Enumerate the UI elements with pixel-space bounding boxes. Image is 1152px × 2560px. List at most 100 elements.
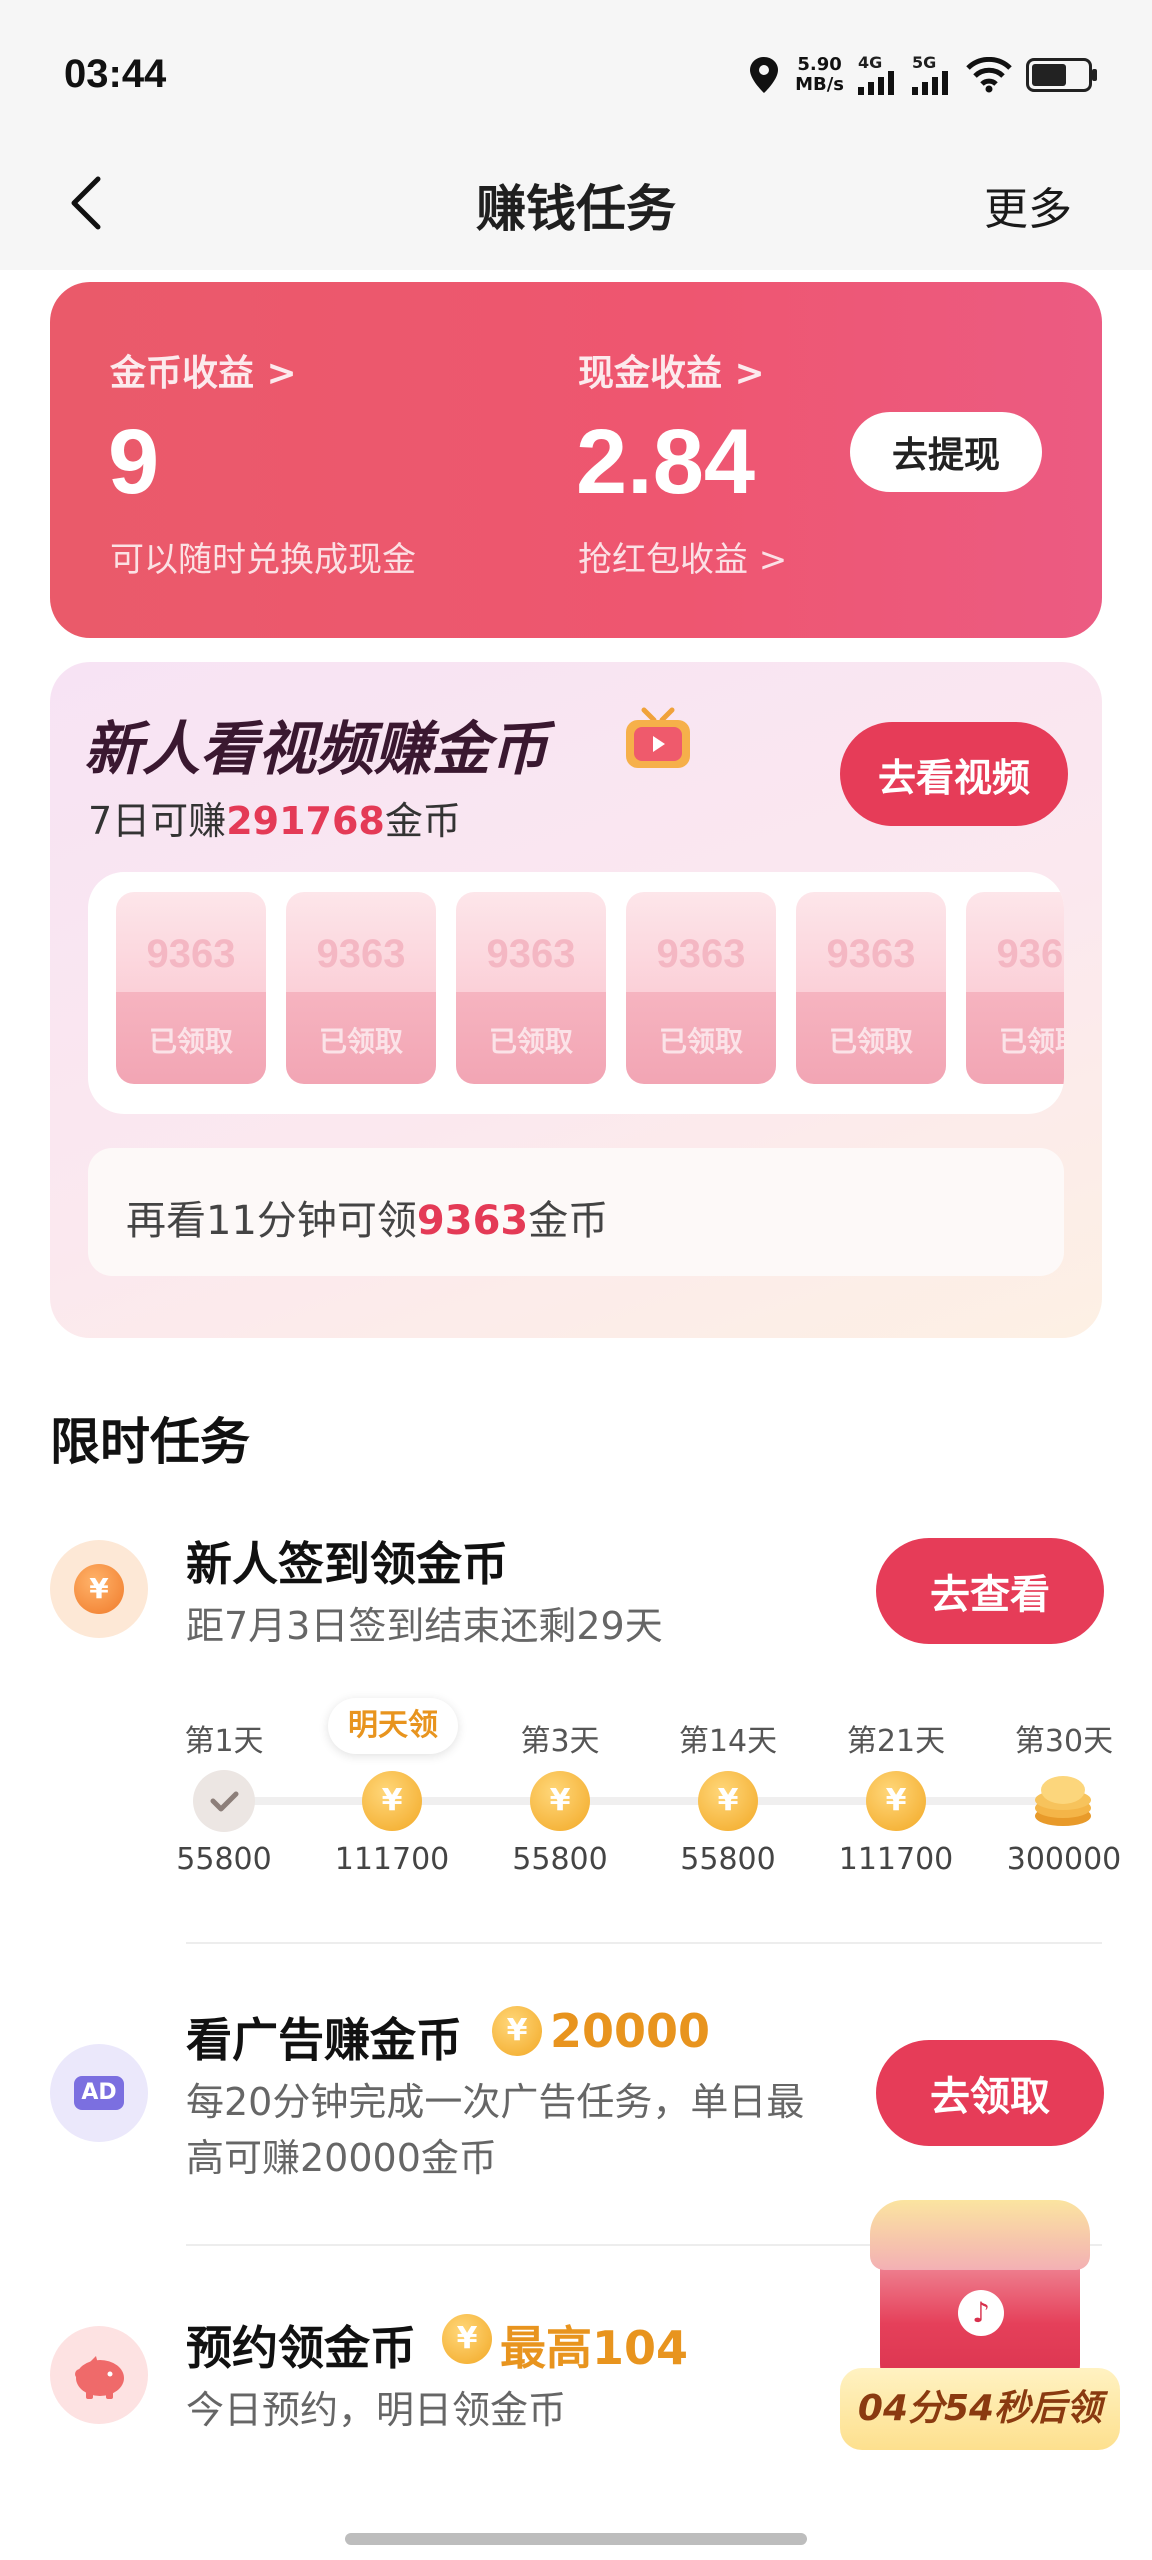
red-packet-earnings-link[interactable]: 抢红包收益 > [578,532,787,581]
reserve-task-title: 预约领金币 [186,2321,416,2375]
coin-icon: ¥ [530,1771,590,1831]
daily-reward-status: 已领取 [488,1025,573,1058]
network-speed: 5.90 MB/s [795,55,844,95]
daily-reward-chip: 9363 已领取 [966,892,1064,1084]
timeline-reward-value: 55800 [176,1842,272,1877]
video-task-title: 新人看视频赚金币 [84,715,549,783]
signin-coin-icon: ¥ [50,1540,148,1638]
view-signin-button[interactable]: 去查看 [876,1538,1104,1644]
top-nav: 赚钱任务 更多 [0,135,1152,270]
daily-reward-amount: 9363 [996,932,1065,976]
reserve-task-reward: 最高104 [500,2321,689,2375]
timeline-day-label: 第3天 [520,1724,600,1759]
video-sub-suffix: 金币 [384,799,461,843]
ad-task-reward: 20000 [550,2004,711,2058]
daily-reward-chip: 9363 已领取 [796,892,946,1084]
page-title: 赚钱任务 [476,180,676,238]
signal-bars-icon [858,71,894,95]
limited-tasks-title: 限时任务 [50,1413,250,1471]
music-note-icon: ♪ [958,2290,1004,2336]
video-sub-prefix: 7日可赚 [88,799,227,843]
daily-reward-strip[interactable]: 9363 已领取 9363 已领取 9363 已领取 9363 已领取 9363 已领取 … [88,872,1064,1114]
ad-task-desc-line2: 高可赚20000金币 [186,2136,497,2180]
ad-badge-icon: AD [74,2076,124,2110]
tv-play-icon [626,707,690,768]
coin-earnings-link[interactable]: 金币收益 > [110,344,297,396]
remaining-time-text: 再看11分钟可领9363金币 [126,1188,608,1246]
daily-reward-status: 已领取 [828,1025,913,1058]
coin-icon: ¥ [492,2006,542,2056]
coin-icon: ¥ [442,2314,492,2364]
piggy-icon [75,2356,124,2399]
ad-task-title: 看广告赚金币 [186,2013,462,2067]
timeline-reward-value: 111700 [838,1842,954,1877]
net-speed-unit: MB/s [795,74,844,95]
coin-earnings-note: 可以随时兑换成现金 [110,540,416,580]
signin-timeline-track [222,1797,1062,1805]
daily-reward-chip: 9363 已领取 [456,892,606,1084]
claim-ad-reward-button[interactable]: 去领取 [876,2040,1104,2146]
ad-icon: AD [50,2044,148,2142]
checked-day-icon [193,1770,255,1832]
timeline-day-label: 第14天 [678,1724,778,1759]
daily-reward-amount: 9363 [656,932,746,976]
divider [186,1942,1102,1944]
floating-treasure-chest[interactable]: ♪ 04分54秒后领 [840,2190,1120,2450]
timeline-reward-value: 55800 [512,1842,608,1877]
remain-suffix: 金币 [528,1198,609,1244]
daily-reward-status: 已领取 [148,1025,233,1058]
watch-video-button[interactable]: 去看视频 [840,722,1068,826]
timeline-day-label: 第30天 [1014,1724,1114,1759]
daily-reward-chip: 9363 已领取 [116,892,266,1084]
battery-icon [1026,58,1097,92]
coin-earnings-value: 9 [108,411,160,513]
status-icons: 5.90 MB/s 4G 5G [747,50,1097,100]
yuan-coin-icon: ¥ [74,1564,124,1614]
location-icon [750,57,779,93]
coin-icon: ¥ [362,1771,422,1831]
video-task-card: 新人看视频赚金币 7日可赚291768金币 去看视频 9363 已领取 9363 已… [50,662,1102,1338]
signal-5g: 5G [912,55,952,95]
daily-reward-status: 已领取 [998,1025,1064,1058]
daily-reward-amount: 9363 [316,932,406,976]
remaining-time-box: 再看11分钟可领9363金币 [88,1148,1064,1276]
coin-stack-icon [1035,1776,1091,1826]
withdraw-button[interactable]: 去提现 [850,412,1042,492]
coin-icon: ¥ [698,1771,758,1831]
wifi-icon [966,57,1012,93]
daily-reward-amount: 9363 [146,932,236,976]
signal-4g: 4G [858,55,898,95]
status-time: 03:44 [64,52,167,96]
cash-earnings-link[interactable]: 现金收益 > [578,344,765,396]
video-sub-amount: 291768 [226,799,385,843]
video-task-subtitle: 7日可赚291768金币 [88,790,461,845]
earnings-card: 金币收益 > 9 可以随时兑换成现金 现金收益 > 2.84 抢红包收益 > 去… [50,282,1102,638]
signal-4g-label: 4G [858,53,883,72]
timeline-reward-value: 111700 [334,1842,450,1877]
daily-reward-status: 已领取 [318,1025,403,1058]
net-speed-value: 5.90 [797,54,842,75]
remain-amount: 9363 [416,1198,529,1244]
signal-bars-icon [912,71,948,95]
remain-prefix: 再看11分钟可领 [126,1198,417,1244]
timeline-reward-value: 55800 [680,1842,776,1877]
signal-5g-label: 5G [912,53,937,72]
daily-reward-status: 已领取 [658,1025,743,1058]
timeline-day-label: 第1天 [184,1724,264,1759]
home-indicator[interactable] [345,2533,807,2545]
daily-reward-amount: 9363 [486,932,576,976]
reserve-task-desc: 今日预约，明日领金币 [186,2388,567,2432]
timeline-day-label: 第21天 [846,1724,946,1759]
chest-countdown: 04分54秒后领 [840,2368,1120,2450]
more-button[interactable]: 更多 [984,173,1072,237]
daily-reward-amount: 9363 [826,932,916,976]
signin-task-title: 新人签到领金币 [186,1537,508,1591]
tomorrow-claim-tag: 明天领 [328,1698,458,1754]
timeline-reward-value: 300000 [1006,1842,1122,1877]
cash-earnings-value: 2.84 [576,411,756,513]
daily-reward-chip: 9363 已领取 [286,892,436,1084]
ad-task-desc-line1: 每20分钟完成一次广告任务，单日最 [186,2080,805,2124]
chest-lid [870,2200,1090,2270]
daily-reward-chip: 9363 已领取 [626,892,776,1084]
status-bar: 03:44 5.90 MB/s 4G 5G [0,0,1152,135]
